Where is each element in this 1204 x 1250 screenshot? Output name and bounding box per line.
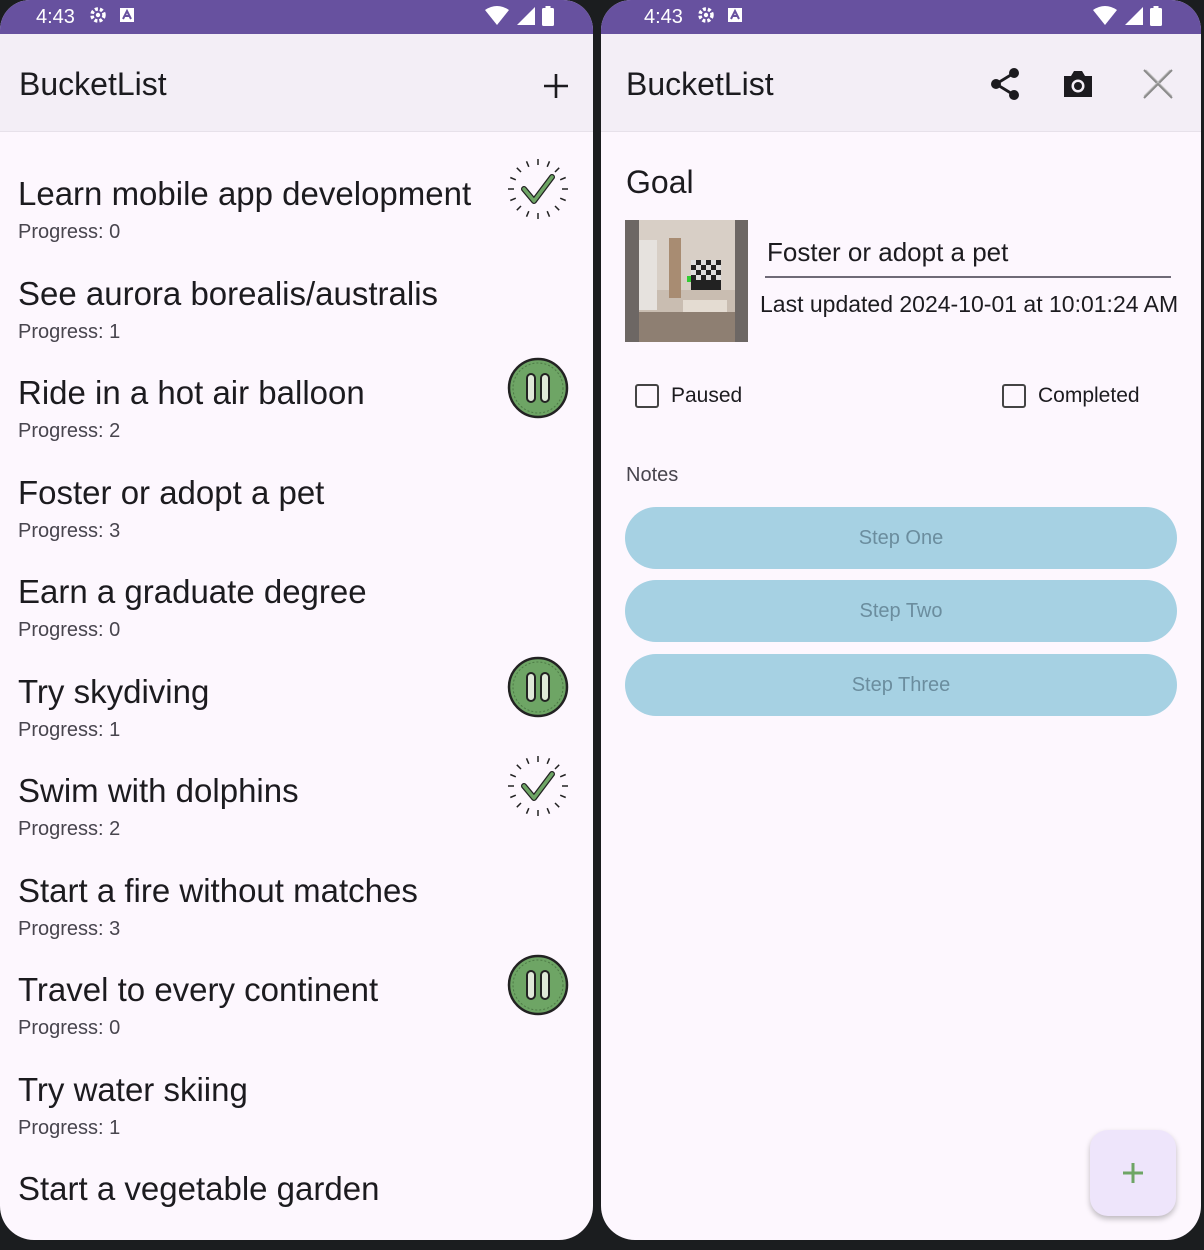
plus-icon: [544, 74, 568, 98]
plus-icon: [1123, 1163, 1143, 1183]
pause-badge-icon: [507, 656, 569, 717]
last-updated-text: Last updated 2024-10-01 at 10:01:24 AM: [760, 291, 1179, 317]
goal-progress: Progress: 1: [18, 718, 121, 741]
list-item[interactable]: See aurora borealis/australis Progress: 1: [0, 275, 593, 374]
settings-icon: [698, 7, 714, 23]
completed-badge: [506, 157, 570, 221]
notes-label: Notes: [626, 464, 679, 486]
check-badge-icon: [508, 756, 568, 816]
status-time: 4:43: [644, 6, 683, 28]
goal-progress: Progress: 1: [18, 320, 121, 343]
goal-title: Learn mobile app development: [18, 175, 472, 212]
goal-progress: Progress: 2: [18, 420, 121, 442]
status-time: 4:43: [36, 6, 75, 28]
goal-title: Start a vegetable garden: [18, 1170, 380, 1207]
camera-button[interactable]: [1059, 66, 1097, 102]
list-item[interactable]: Foster or adopt a pet Progress: 3: [0, 474, 593, 573]
status-bar: 4:43: [601, 0, 1201, 34]
goal-title-input[interactable]: [765, 232, 1171, 278]
goal-progress: Progress: 0: [18, 1017, 121, 1039]
app-title: BucketList: [626, 66, 774, 102]
list-item[interactable]: Travel to every continent Progress: 0: [0, 954, 593, 1070]
completed-checkbox[interactable]: Completed: [1002, 384, 1140, 408]
list-item[interactable]: Start a vegetable garden: [0, 1170, 593, 1240]
signal-icon: [517, 7, 535, 25]
settings-icon: [90, 7, 106, 23]
goal-progress: Progress: 2: [18, 818, 121, 840]
list-item[interactable]: Ride in a hot air balloon Progress: 2: [0, 357, 593, 473]
list-screen: 4:43 BucketList Learn mobile app develop…: [0, 0, 593, 1240]
top-app-bar: BucketList: [0, 34, 593, 132]
completed-label: Completed: [1038, 384, 1140, 407]
goal-title: Try water skiing: [18, 1070, 248, 1108]
close-icon: [1143, 69, 1173, 99]
list-item[interactable]: Try water skiing Progress: 1: [0, 1071, 593, 1170]
goal-progress: Progress: 0: [18, 221, 121, 243]
step-one-button[interactable]: Step One: [625, 507, 1177, 569]
camera-icon: [1064, 71, 1092, 97]
goal-progress: Progress: 3: [18, 917, 121, 940]
goal-title: Try skydiving: [18, 672, 210, 710]
share-icon: [991, 68, 1019, 100]
step-two-button[interactable]: Step Two: [625, 580, 1177, 642]
pause-badge-icon: [507, 954, 569, 1016]
check-badge-icon: [508, 159, 568, 219]
add-goal-button[interactable]: [538, 68, 574, 104]
share-button[interactable]: [987, 64, 1023, 104]
list-item[interactable]: Swim with dolphins Progress: 2: [0, 756, 593, 871]
notification-icon: [120, 8, 134, 22]
step-three-button[interactable]: Step Three: [625, 654, 1177, 716]
list-item[interactable]: Earn a graduate degree Progress: 0: [0, 573, 593, 672]
goal-title: Foster or adopt a pet: [18, 473, 325, 511]
list-item[interactable]: Learn mobile app development Progress: 0: [0, 159, 593, 274]
signal-icon: [1125, 7, 1143, 25]
top-app-bar: BucketList: [601, 34, 1201, 132]
goal-title: Swim with dolphins: [18, 772, 299, 809]
paused-badge: [506, 953, 570, 1017]
paused-badge: [506, 655, 570, 719]
goal-title: Earn a graduate degree: [18, 573, 367, 610]
goal-photo[interactable]: [625, 220, 748, 342]
completed-badge: [506, 754, 570, 818]
paused-badge: [506, 356, 570, 420]
wifi-icon: [1093, 6, 1117, 25]
list-item[interactable]: Try skydiving Progress: 1: [0, 656, 593, 772]
paused-checkbox-box[interactable]: [635, 384, 659, 408]
goal-title: Ride in a hot air balloon: [18, 374, 365, 411]
app-title: BucketList: [19, 66, 167, 102]
notification-icon: [728, 8, 742, 22]
close-button[interactable]: [1140, 66, 1176, 102]
goal-title: Travel to every continent: [18, 971, 379, 1008]
goal-progress: Progress: 1: [18, 1116, 121, 1139]
wifi-icon: [485, 6, 509, 25]
goal-progress: Progress: 3: [18, 519, 121, 542]
goal-progress: Progress: 0: [18, 619, 121, 641]
status-bar: 4:43: [0, 0, 593, 34]
completed-checkbox-box[interactable]: [1002, 384, 1026, 408]
list-item[interactable]: Start a fire without matches Progress: 3: [0, 872, 593, 971]
battery-icon: [1150, 6, 1162, 26]
paused-label: Paused: [671, 384, 743, 407]
paused-checkbox[interactable]: Paused: [635, 384, 742, 408]
pause-badge-icon: [507, 357, 569, 419]
detail-screen: 4:43 BucketList Goal Foster or adopt a p…: [601, 0, 1201, 1240]
add-note-fab[interactable]: [1090, 1130, 1176, 1216]
goal-title: See aurora borealis/australis: [18, 274, 439, 312]
battery-icon: [542, 6, 554, 26]
goal-label: Goal: [626, 164, 694, 200]
goal-title: Start a fire without matches: [18, 871, 418, 909]
